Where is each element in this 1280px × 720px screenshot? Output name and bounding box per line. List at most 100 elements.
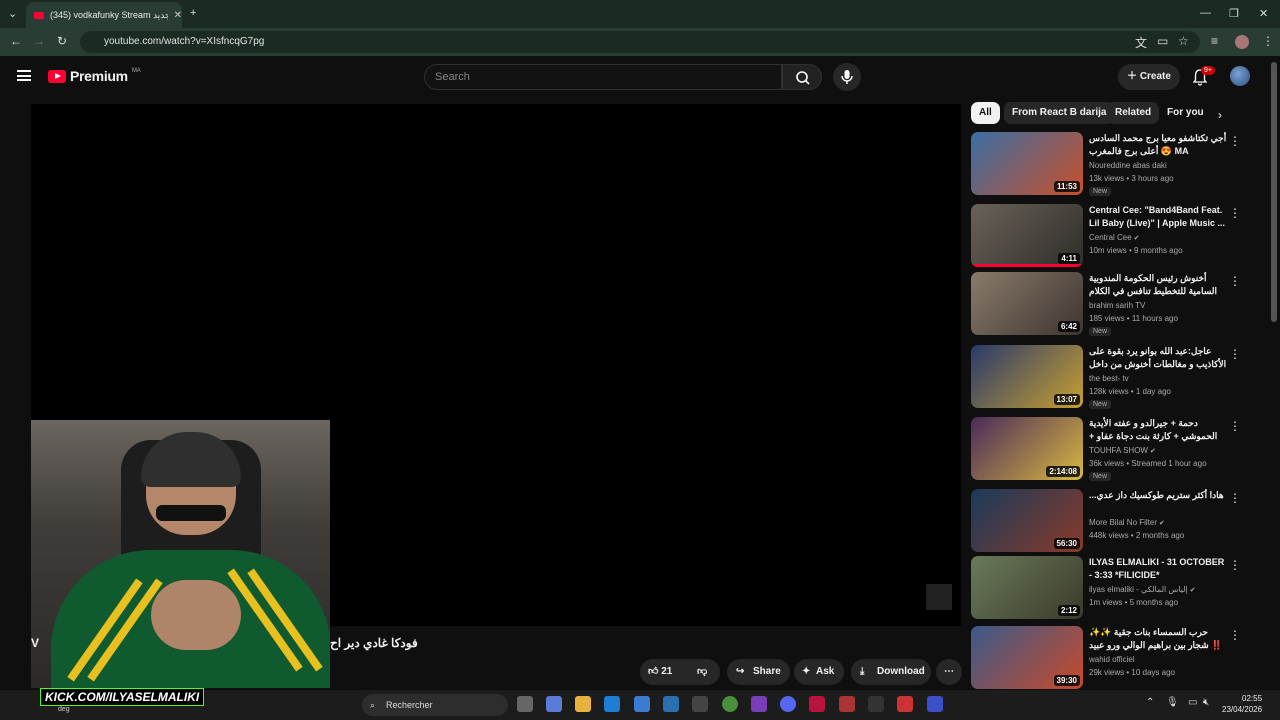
microphone-icon[interactable]: 🎙︎ [1166, 697, 1179, 708]
copilot-icon[interactable] [546, 696, 562, 712]
chip-all[interactable]: All [971, 102, 1000, 124]
store-icon[interactable] [634, 696, 650, 712]
more-options-icon[interactable]: ⋮ [1229, 491, 1241, 505]
dislike-button[interactable]: 👎︎ [697, 659, 707, 685]
cast-icon[interactable]: ▭ [1157, 34, 1168, 48]
hamburger-menu-icon[interactable] [17, 70, 31, 81]
task-view-icon[interactable] [517, 696, 533, 712]
new-tab-icon[interactable]: + [190, 7, 196, 19]
related-video-item[interactable]: 2:14:08 دحمة + جيرالدو و عفته الأيدية الح… [971, 417, 1261, 483]
related-video-item[interactable]: 4:11 Central Cee: "Band4Band Feat. Lil Ba… [971, 204, 1261, 270]
video-thumbnail[interactable]: 6:42 [971, 272, 1083, 335]
related-video-item[interactable]: 13:07 عاجل:عبد الله بوانو يرد بقوة على ال… [971, 345, 1261, 411]
video-title[interactable]: دحمة + جيرالدو و عفته الأيدية الحموشي + … [1089, 417, 1227, 444]
channel-name[interactable]: ilyas elmaliki - إلياس المالكي ✔ [1089, 585, 1196, 594]
download-button[interactable]: ⤓ Download [851, 659, 931, 685]
related-video-item[interactable]: 2:12 ILYAS ELMALIKI - 31 OCTOBER - 3:33 *… [971, 556, 1261, 622]
like-button[interactable]: 👍︎ 21 [648, 659, 672, 685]
search-button[interactable] [782, 64, 822, 90]
player-end-thumbnail[interactable] [926, 584, 952, 610]
channel-name[interactable]: Central Cee ✔ [1089, 233, 1140, 242]
more-options-icon[interactable]: ⋮ [1229, 206, 1241, 220]
channel-name[interactable]: wahid officiel [1089, 655, 1135, 664]
chip-related[interactable]: Related [1107, 102, 1160, 124]
account-avatar[interactable] [1230, 66, 1250, 86]
game-icon[interactable] [751, 696, 767, 712]
app-icon[interactable] [692, 696, 708, 712]
create-button[interactable]: ＋ Create [1118, 64, 1180, 90]
taskbar-clock[interactable]: 02:55 23/04/2026 [1222, 693, 1262, 715]
more-options-icon[interactable]: ⋮ [1229, 628, 1241, 642]
channel-name[interactable]: More Bilal No Filter ✔ [1089, 518, 1165, 527]
discord-icon[interactable] [780, 696, 796, 712]
video-title[interactable]: عاجل:عبد الله بوانو يرد بقوة على الأكاذي… [1089, 345, 1227, 372]
related-video-item[interactable]: 56:30 ...هادا أكثر ستريم طوكسيك داز عدي Mo… [971, 489, 1261, 555]
browser-tab[interactable]: (345) vodkafunky Stream جديد ✕ [26, 2, 182, 28]
more-options-icon[interactable]: ⋮ [1229, 134, 1241, 148]
minimize-icon[interactable]: — [1200, 7, 1211, 19]
video-title[interactable]: ...هادا أكثر ستريم طوكسيك داز عدي [1089, 489, 1227, 502]
search-input[interactable]: Search [424, 64, 782, 90]
translate-icon[interactable]: 文 [1135, 34, 1147, 51]
video-thumbnail[interactable]: 13:07 [971, 345, 1083, 408]
video-title[interactable]: أخنوش رئيس الحكومة المندوبية السامية للت… [1089, 272, 1227, 298]
video-title[interactable]: ✨حرب السمساء بنات جقية ✨ شجار بين براهيم… [1089, 626, 1227, 652]
network-icon[interactable]: ▭ [1188, 697, 1197, 708]
share-button[interactable]: ↪ Share [727, 659, 790, 685]
forward-icon[interactable]: → [33, 34, 45, 48]
reload-icon[interactable]: ↻ [57, 34, 67, 48]
media-app-icon[interactable] [897, 696, 913, 712]
video-thumbnail[interactable]: 2:12 [971, 556, 1083, 619]
more-options-icon[interactable]: ⋮ [1229, 347, 1241, 361]
more-options-icon[interactable]: ⋮ [1229, 558, 1241, 572]
bookmark-star-icon[interactable]: ☆ [1178, 34, 1189, 48]
related-video-item[interactable]: 39:30 ✨حرب السمساء بنات جقية ✨ شجار بين ب… [971, 626, 1261, 692]
chrome-icon[interactable] [722, 696, 738, 712]
volume-muted-icon[interactable]: 🔇︎ [1203, 697, 1209, 708]
youtube-premium-logo[interactable]: Premium MA [48, 68, 141, 84]
tray-chevron-icon[interactable]: ⌃ [1146, 697, 1154, 708]
video-thumbnail[interactable]: 56:30 [971, 489, 1083, 552]
taskbar-search-input[interactable]: ⌕ Rechercher [362, 694, 508, 716]
adobe-icon[interactable] [809, 696, 825, 712]
video-thumbnail[interactable]: 11:53 [971, 132, 1083, 195]
streamer-webcam-overlay [31, 420, 330, 688]
reading-list-icon[interactable]: ≡ [1211, 34, 1218, 48]
more-actions-button[interactable]: ⋯ [936, 659, 962, 685]
url-field[interactable]: youtube.com/watch?v=XIsfncqG7pg [80, 31, 1200, 53]
related-video-item[interactable]: 11:53 أجي تكتاشفو معيا برج محمد السادس 😍 … [971, 132, 1261, 198]
video-thumbnail[interactable]: 2:14:08 [971, 417, 1083, 480]
tab-list-chevron-icon[interactable]: ⌄ [8, 7, 17, 20]
file-explorer-icon[interactable] [575, 696, 591, 712]
video-title[interactable]: أجي تكتاشفو معيا برج محمد السادس 😍 أعلى … [1089, 132, 1227, 158]
channel-name[interactable]: brahim sarih TV [1089, 301, 1145, 310]
related-video-item[interactable]: 6:42 أخنوش رئيس الحكومة المندوبية السامية… [971, 272, 1261, 338]
capcut-icon[interactable] [868, 696, 884, 712]
outlook-icon[interactable] [663, 696, 679, 712]
video-thumbnail[interactable]: 39:30 [971, 626, 1083, 689]
active-app-icon[interactable] [927, 696, 943, 712]
video-title[interactable]: Central Cee: "Band4Band Feat. Lil Baby (… [1089, 204, 1227, 230]
video-title[interactable]: ILYAS ELMALIKI - 31 OCTOBER - 3:33 *FILI… [1089, 556, 1227, 582]
channel-name[interactable]: the best- tv [1089, 374, 1129, 383]
chip-for-you[interactable]: For you [1159, 102, 1207, 124]
channel-name[interactable]: Noureddine abas daki [1089, 161, 1167, 170]
channel-name[interactable]: TOUHFA SHOW ✔ [1089, 446, 1156, 455]
profile-avatar[interactable] [1235, 35, 1249, 49]
chip-from-react-b-darija[interactable]: From React B darija [1004, 102, 1115, 124]
more-options-icon[interactable]: ⋮ [1229, 419, 1241, 433]
page-scrollbar[interactable] [1271, 62, 1277, 322]
video-meta: 36k views • Streamed 1 hour ago [1089, 459, 1207, 468]
voice-search-button[interactable] [833, 63, 861, 91]
edge-icon[interactable] [604, 696, 620, 712]
ask-button[interactable]: ✦ Ask [794, 659, 844, 685]
recording-icon[interactable] [839, 696, 855, 712]
restore-icon[interactable]: ❐ [1229, 7, 1239, 20]
close-window-icon[interactable]: ✕ [1259, 7, 1268, 20]
tab-close-icon[interactable]: ✕ [174, 10, 182, 21]
more-options-icon[interactable]: ⋮ [1229, 274, 1241, 288]
video-thumbnail[interactable]: 4:11 [971, 204, 1083, 267]
browser-menu-icon[interactable]: ⋮ [1262, 34, 1274, 48]
chips-next-chevron-icon[interactable]: › [1218, 108, 1222, 122]
back-icon[interactable]: ← [10, 34, 22, 48]
